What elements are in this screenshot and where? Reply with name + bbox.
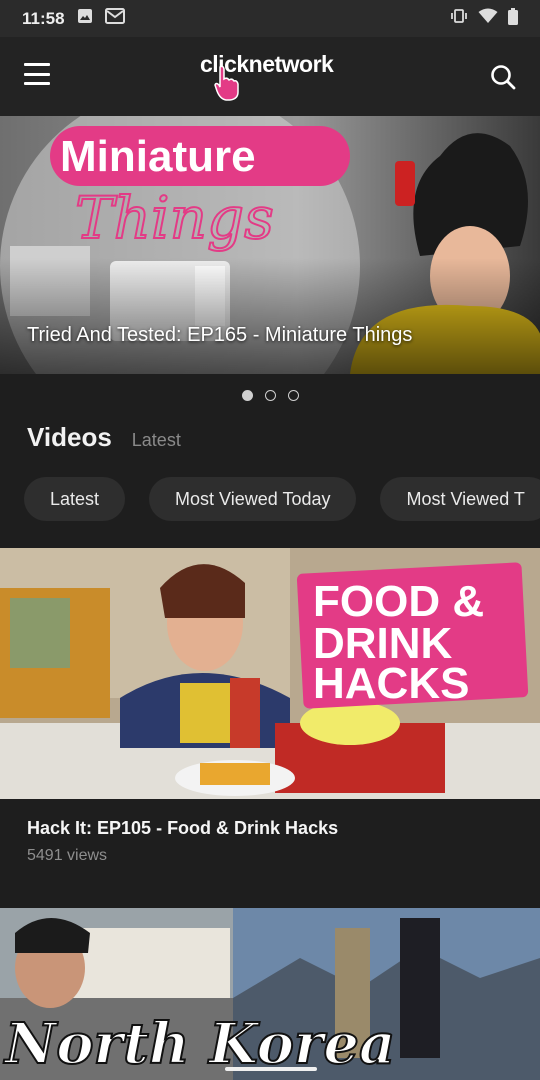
- menu-icon[interactable]: [24, 63, 50, 85]
- video-title[interactable]: Hack It: EP105 - Food & Drink Hacks: [27, 818, 338, 839]
- status-time: 11:58: [22, 8, 65, 28]
- vibrate-icon: [450, 8, 468, 29]
- image-icon: [77, 8, 93, 29]
- carousel-dot[interactable]: [241, 390, 253, 401]
- hero-art-things: Things: [75, 184, 274, 252]
- hand-cursor-icon: [214, 65, 239, 101]
- carousel-dot[interactable]: [264, 390, 276, 401]
- carousel-indicator: [0, 390, 540, 401]
- app-bar: clicknetwork: [0, 37, 540, 116]
- hero-title: Tried And Tested: EP165 - Miniature Thin…: [27, 324, 413, 346]
- carousel-dot[interactable]: [287, 390, 299, 401]
- section-title: Videos: [27, 422, 112, 452]
- status-bar: 11:58: [0, 0, 540, 37]
- videos-section-header: Videos Latest: [27, 422, 181, 453]
- video-thumbnail[interactable]: North Korea: [0, 908, 540, 1080]
- search-icon[interactable]: [490, 64, 516, 95]
- gmail-icon: [104, 8, 125, 29]
- home-indicator[interactable]: [225, 1067, 317, 1071]
- video-views: 5491 views: [27, 847, 108, 864]
- wifi-icon: [478, 8, 498, 29]
- video-thumbnail[interactable]: FOOD & DRINK HACKS: [0, 548, 540, 799]
- filter-chips: Latest Most Viewed Today Most Viewed T: [24, 477, 540, 521]
- thumb-text-line3: HACKS: [313, 659, 469, 708]
- food-hacks-thumbnail: FOOD & DRINK HACKS: [0, 548, 540, 799]
- chip-most-viewed[interactable]: Most Viewed T: [380, 477, 540, 521]
- chip-latest[interactable]: Latest: [24, 477, 126, 521]
- chip-most-viewed-today[interactable]: Most Viewed Today: [149, 477, 357, 521]
- battery-icon: [508, 7, 518, 30]
- thumb-north-korea-text: North Korea: [3, 1011, 395, 1077]
- hero-art-miniature: Miniature: [60, 132, 256, 181]
- hero-carousel[interactable]: Miniature Things Tried And Tested: EP165…: [0, 116, 540, 374]
- north-korea-thumbnail: North Korea: [0, 908, 540, 1080]
- section-subtitle: Latest: [131, 430, 181, 450]
